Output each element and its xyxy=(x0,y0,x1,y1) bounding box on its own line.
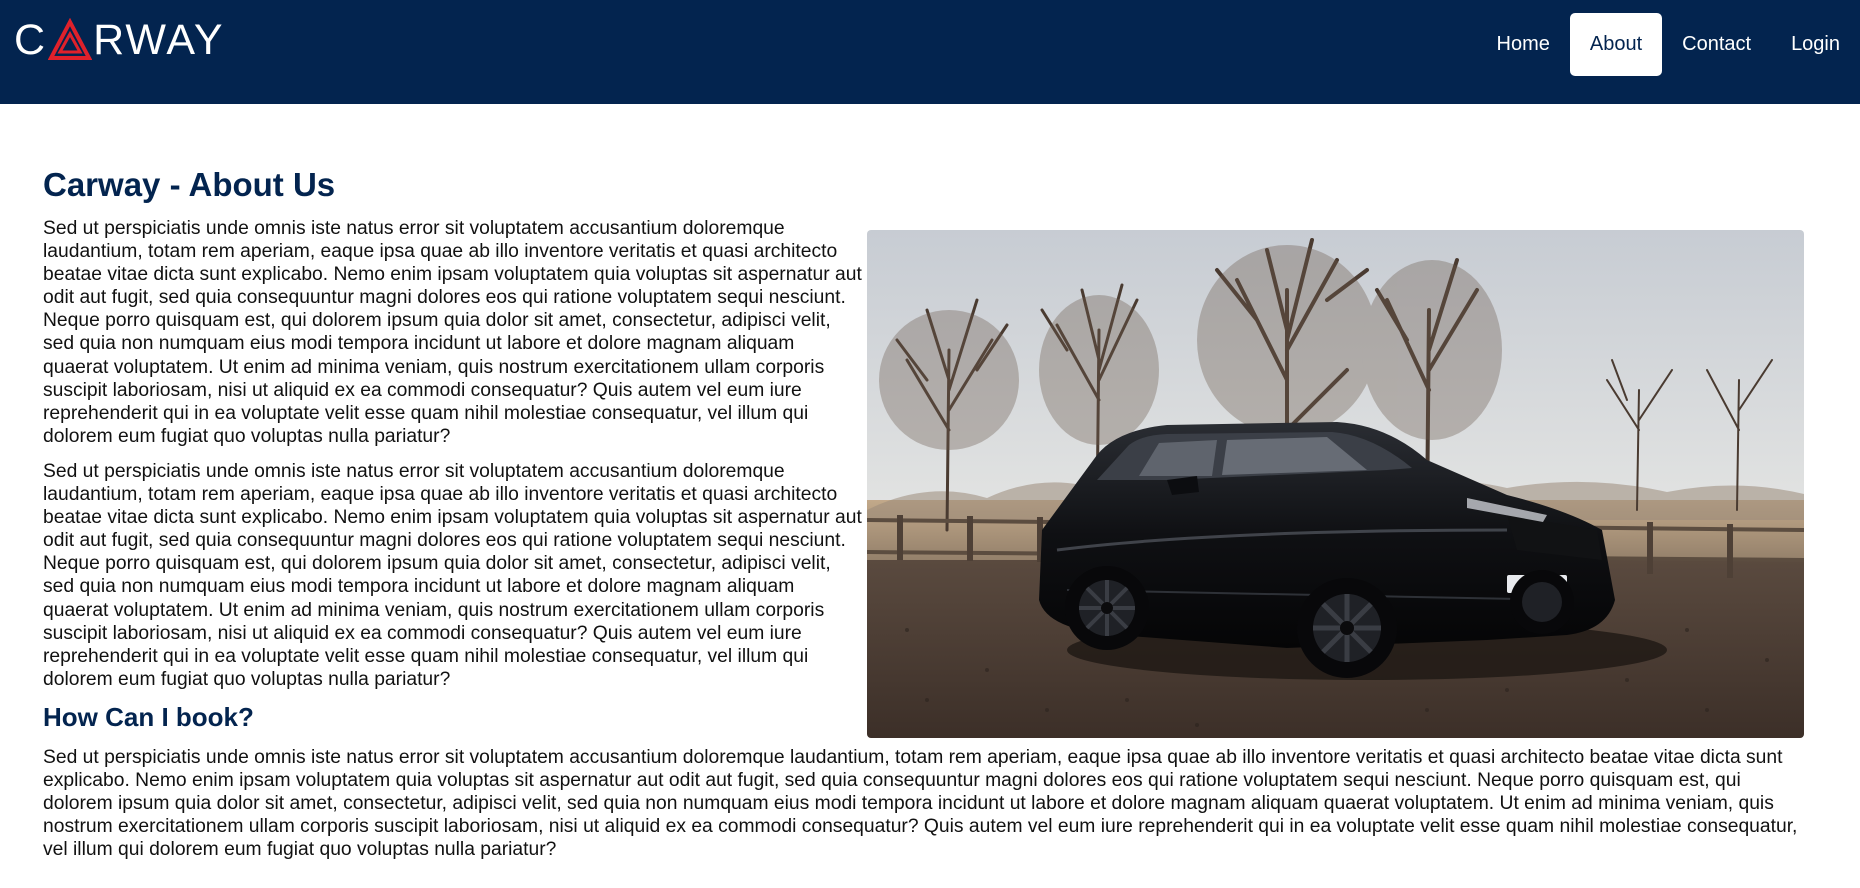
main-navigation: Home About Contact Login xyxy=(1477,13,1860,76)
nav-login-link[interactable]: Login xyxy=(1771,13,1860,76)
nav-contact-link[interactable]: Contact xyxy=(1662,13,1771,76)
top-navbar: C RWAY Home About Contact Login xyxy=(0,0,1860,104)
suv-photo-illustration xyxy=(867,230,1804,738)
nav-about-link[interactable]: About xyxy=(1569,13,1663,76)
warning-triangle-icon xyxy=(48,18,93,60)
hero-car-image xyxy=(867,230,1804,738)
nav-home-link[interactable]: Home xyxy=(1477,13,1570,76)
booking-paragraph: Sed ut perspiciatis unde omnis iste natu… xyxy=(43,747,1798,861)
carway-logo[interactable]: C RWAY xyxy=(14,18,225,62)
about-paragraph-2: Sed ut perspiciatis unde omnis iste natu… xyxy=(43,461,862,690)
about-paragraph-1: Sed ut perspiciatis unde omnis iste natu… xyxy=(43,218,862,447)
page-title: Carway - About Us xyxy=(43,166,336,203)
logo-letters-rway: RWAY xyxy=(93,16,225,64)
how-to-book-heading: How Can I book? xyxy=(43,702,254,732)
logo-letter-c: C xyxy=(14,16,48,64)
